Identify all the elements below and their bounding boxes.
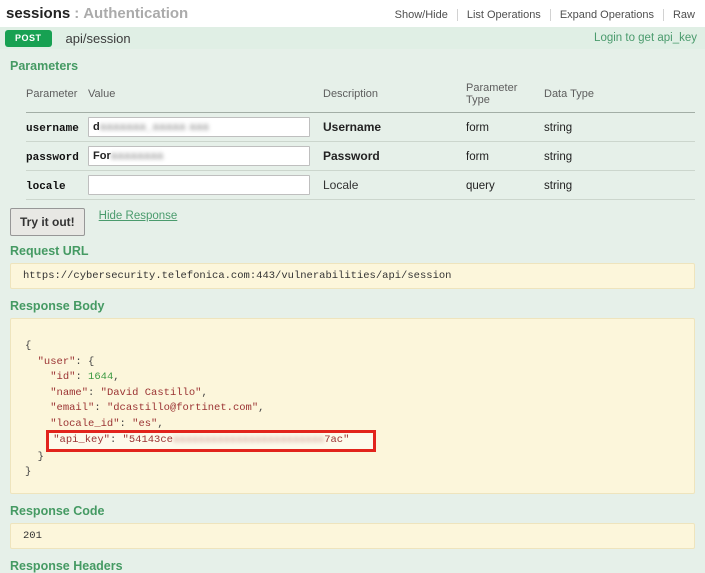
response-body-code: { "user": { "id": 1644, "name": "David C… [10, 318, 695, 494]
param-type: form [466, 151, 489, 163]
resource-name: sessions [6, 5, 70, 22]
username-value-redacted: aaaaaaa_aaaaa aaa [100, 121, 209, 133]
json-line: } [25, 450, 680, 466]
show-hide-link[interactable]: Show/Hide [386, 9, 457, 21]
http-method-badge[interactable]: POST [5, 30, 52, 47]
operation-path-link[interactable]: api/session [66, 31, 131, 46]
username-input[interactable]: daaaaaaa_aaaaa aaa [88, 117, 310, 137]
resource-title: sessions:Authentication [6, 5, 188, 22]
json-line: "user": { [25, 355, 680, 371]
login-to-get-api-key-link[interactable]: Login to get api_key [594, 32, 697, 44]
col-header-value: Value [88, 79, 323, 113]
operation-content: Parameters Parameter Value Description P… [0, 49, 705, 573]
password-value-visible: For [93, 150, 111, 162]
param-name-username: username [26, 123, 79, 135]
request-url-value: https://cybersecurity.telefonica.com:443… [10, 263, 695, 289]
param-description: Locale [323, 178, 358, 192]
parameters-table: Parameter Value Description Parameter Ty… [26, 79, 695, 200]
table-row-locale: locale Locale query string [26, 171, 695, 200]
hide-response-link[interactable]: Hide Response [99, 210, 178, 222]
parameters-header-row: Parameter Value Description Parameter Ty… [26, 79, 695, 113]
json-line: "api_key": "54143ceaaaaaaaaaaaaaaaaaaaaa… [25, 432, 680, 450]
data-type: string [544, 180, 572, 192]
title-separator: : [74, 5, 79, 22]
raw-link[interactable]: Raw [663, 9, 697, 21]
col-header-parameter-type: Parameter Type [466, 79, 544, 113]
data-type: string [544, 151, 572, 163]
param-type: query [466, 180, 495, 192]
json-line: "id": 1644, [25, 370, 680, 386]
api-key-highlight-box: "api_key": "54143ceaaaaaaaaaaaaaaaaaaaaa… [46, 430, 376, 452]
response-body-heading: Response Body [10, 299, 695, 313]
expand-operations-link[interactable]: Expand Operations [550, 9, 663, 21]
list-operations-link[interactable]: List Operations [457, 9, 550, 21]
col-header-description: Description [323, 79, 466, 113]
json-line: { [25, 339, 680, 355]
table-row-username: username daaaaaaa_aaaaa aaa Username for… [26, 113, 695, 142]
request-url-heading: Request URL [10, 244, 695, 258]
col-header-data-type: Data Type [544, 79, 695, 113]
param-description: Username [323, 120, 381, 134]
try-it-out-button[interactable]: Try it out! [10, 208, 85, 236]
json-line: "email": "dcastillo@fortinet.com", [25, 401, 680, 417]
sandbox-actions: Try it out! Hide Response [10, 208, 695, 236]
password-value-redacted: aaaaaaaa [111, 150, 164, 162]
param-description: Password [323, 149, 380, 163]
resource-description: Authentication [83, 5, 188, 22]
param-name-password: password [26, 152, 79, 164]
response-headers-heading: Response Headers [10, 559, 695, 573]
parameters-heading: Parameters [10, 59, 695, 73]
resource-header: sessions:Authentication Show/Hide List O… [0, 0, 705, 27]
col-header-parameter: Parameter [26, 79, 88, 113]
data-type: string [544, 122, 572, 134]
param-type: form [466, 122, 489, 134]
table-row-password: password Foraaaaaaaa Password form strin… [26, 142, 695, 171]
username-value-visible: d [93, 121, 100, 133]
response-code-heading: Response Code [10, 504, 695, 518]
json-line: } [25, 465, 680, 481]
param-name-locale: locale [26, 181, 66, 193]
resource-actions: Show/Hide List Operations Expand Operati… [386, 9, 697, 21]
locale-input[interactable] [88, 175, 310, 195]
json-line: "name": "David Castillo", [25, 386, 680, 402]
password-input[interactable]: Foraaaaaaaa [88, 146, 310, 166]
operation-header-bar: POST api/session Login to get api_key [0, 27, 705, 49]
